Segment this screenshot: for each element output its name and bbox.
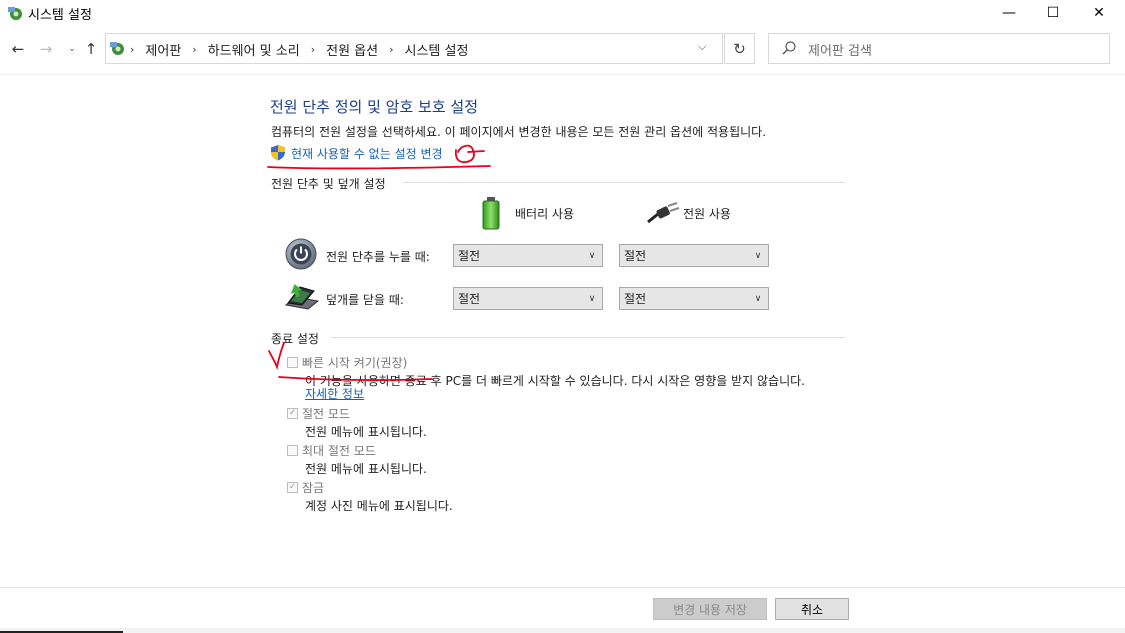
lid-close-battery-value: 절전 [458,292,481,306]
search-icon [782,41,796,55]
more-info-link[interactable]: 자세한 정보 [305,385,364,402]
fast-startup-description: 이 기능을 사용하면 종료 후 PC를 더 빠르게 시작할 수 있습니다. 다시… [305,374,805,388]
header-divider [0,74,1125,75]
fast-startup-checkbox[interactable] [287,357,298,368]
back-arrow-icon[interactable]: ← [7,38,29,60]
power-plug-icon [647,202,680,224]
chevron-down-icon: ∨ [588,293,596,304]
window-title: 시스템 설정 [28,8,92,23]
checkmark-icon: ✓ [288,482,297,492]
breadcrumb-item-system-settings[interactable]: 시스템 설정 [405,40,469,59]
breadcrumb-item-control-panel[interactable]: 제어판 [145,40,181,59]
power-button-battery-select[interactable]: 절전 ∨ [453,244,603,267]
save-changes-button[interactable]: 변경 내용 저장 [653,598,767,620]
hibernate-checkbox[interactable] [287,445,298,456]
lid-close-battery-select[interactable]: 절전 ∨ [453,287,603,310]
chevron-down-icon: ∨ [754,250,762,261]
power-button-battery-value: 절전 [458,249,481,263]
sleep-description: 전원 메뉴에 표시됩니다. [305,425,427,439]
section-divider [403,182,845,183]
lock-description: 계정 사진 메뉴에 표시됩니다. [305,499,453,513]
breadcrumb-separator-icon[interactable]: › [192,43,196,56]
refresh-button[interactable]: ↻ [724,33,755,64]
power-button-icon [285,238,317,270]
lid-close-row-label: 덮개를 닫을 때: [326,293,404,307]
laptop-lid-icon [284,284,320,310]
uac-shield-icon [271,145,285,161]
cancel-button[interactable]: 취소 [775,598,849,620]
power-button-plugged-value: 절전 [624,249,647,263]
red-annotation-marks [267,144,491,381]
sleep-label: 절전 모드 [302,407,350,421]
battery-column-header: 배터리 사용 [515,207,575,221]
breadcrumb: › 제어판 › 하드웨어 및 소리 › 전원 옵션 › 시스템 설정 [130,40,479,59]
sleep-checkbox[interactable]: ✓ [287,408,298,419]
title-bar [0,0,1125,26]
search-placeholder: 제어판 검색 [808,44,872,59]
control-panel-icon [8,7,22,20]
checkmark-icon: ✓ [288,408,297,418]
fast-startup-label: 빠른 시작 켜기(권장) [302,356,408,370]
address-dropdown-chevron-icon[interactable]: ⌵ [698,40,706,54]
power-button-plugged-select[interactable]: 절전 ∨ [619,244,769,267]
hibernate-description: 전원 메뉴에 표시됩니다. [305,462,427,476]
forward-arrow-icon[interactable]: → [35,38,57,60]
control-panel-location-icon [110,42,124,55]
hibernate-label: 최대 절전 모드 [302,444,376,458]
power-section-heading: 전원 단추 및 덮개 설정 [271,177,386,191]
lock-checkbox[interactable]: ✓ [287,482,298,493]
chevron-down-icon: ∨ [588,250,596,261]
close-button[interactable]: ✕ [1076,0,1122,26]
footer-divider [0,587,1125,588]
refresh-icon: ↻ [733,39,746,58]
change-unavailable-settings-link[interactable]: 현재 사용할 수 없는 설정 변경 [291,145,443,162]
chevron-down-icon: ∨ [754,293,762,304]
minimize-button[interactable]: — [986,0,1032,26]
maximize-button[interactable]: ☐ [1030,0,1076,26]
power-button-row-label: 전원 단추를 누를 때: [326,250,430,264]
breadcrumb-item-hardware-sound[interactable]: 하드웨어 및 소리 [208,40,300,59]
plugged-in-column-header: 전원 사용 [683,207,731,221]
up-arrow-icon[interactable]: ↑ [80,38,102,60]
section-divider [331,337,845,338]
lock-label: 잠금 [302,481,325,495]
taskbar-edge [0,628,1125,633]
lid-close-plugged-value: 절전 [624,292,647,306]
breadcrumb-separator-icon: › [130,43,135,56]
page-title: 전원 단추 정의 및 암호 보호 설정 [270,98,479,116]
breadcrumb-separator-icon[interactable]: › [389,43,393,56]
breadcrumb-separator-icon[interactable]: › [311,43,315,56]
battery-icon [482,197,500,230]
breadcrumb-item-power-options[interactable]: 전원 옵션 [326,40,378,59]
lid-close-plugged-select[interactable]: 절전 ∨ [619,287,769,310]
page-description: 컴퓨터의 전원 설정을 선택하세요. 이 페이지에서 변경한 내용은 모든 전원… [271,125,767,139]
shutdown-section-heading: 종료 설정 [271,332,319,346]
